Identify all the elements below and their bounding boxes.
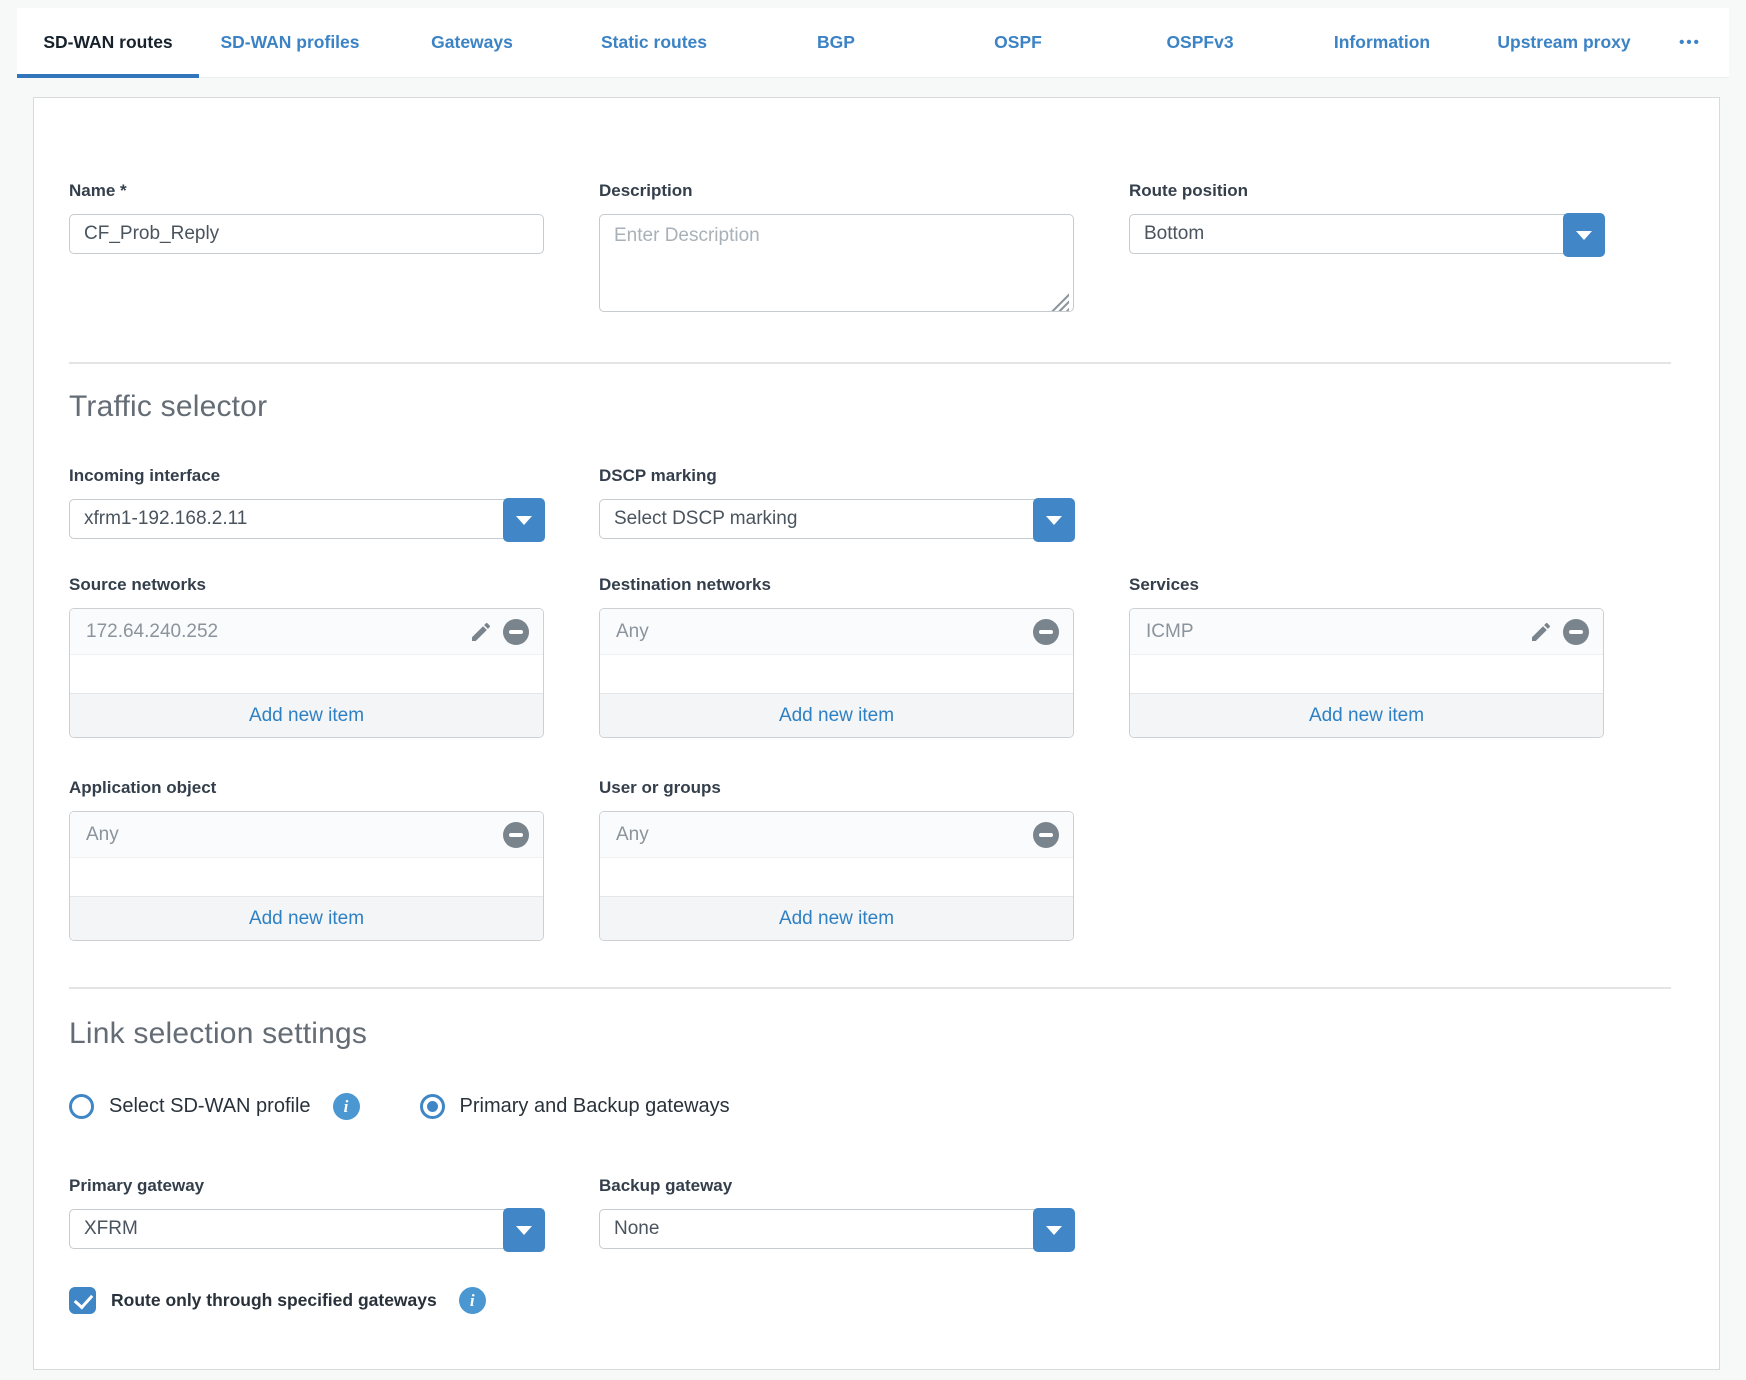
interface-dscp-row: Incoming interface xfrm1-192.168.2.11 DS… xyxy=(69,466,1671,539)
list-item: Any xyxy=(600,812,1073,858)
chevron-down-icon xyxy=(1046,1226,1062,1235)
general-settings-row: Name * Description Route position Bottom xyxy=(69,181,1671,317)
tab-static-routes[interactable]: Static routes xyxy=(563,8,745,77)
incoming-interface-label: Incoming interface xyxy=(69,466,544,486)
gateways-row: Primary gateway XFRM Backup gateway None xyxy=(69,1176,1671,1249)
add-new-item-button[interactable]: Add new item xyxy=(600,693,1073,737)
source-networks-label: Source networks xyxy=(69,575,544,595)
dscp-marking-value: Select DSCP marking xyxy=(600,500,1073,538)
edit-pencil-icon[interactable] xyxy=(469,620,493,644)
route-position-value: Bottom xyxy=(1130,215,1603,253)
source-network-item-text: 172.64.240.252 xyxy=(86,621,469,643)
primary-gateway-value: XFRM xyxy=(70,1210,543,1248)
user-or-groups-listbox: Any Add new item xyxy=(599,811,1074,941)
remove-item-icon[interactable] xyxy=(1033,619,1059,645)
section-divider xyxy=(69,987,1671,989)
description-label: Description xyxy=(599,181,1074,201)
edit-pencil-icon[interactable] xyxy=(1529,620,1553,644)
route-position-select[interactable]: Bottom xyxy=(1129,214,1604,254)
name-label: Name * xyxy=(69,181,544,201)
primary-gateway-select[interactable]: XFRM xyxy=(69,1209,544,1249)
tab-ospf[interactable]: OSPF xyxy=(927,8,1109,77)
radio-primary-backup-gateways[interactable]: Primary and Backup gateways xyxy=(420,1094,730,1119)
service-item-text: ICMP xyxy=(1146,621,1529,643)
radio-select-sdwan-profile[interactable]: Select SD-WAN profile xyxy=(69,1094,311,1119)
description-textarea[interactable] xyxy=(599,214,1074,312)
routing-tab-bar: SD-WAN routes SD-WAN profiles Gateways S… xyxy=(17,8,1729,78)
incoming-interface-value: xfrm1-192.168.2.11 xyxy=(70,500,543,538)
backup-gateway-label: Backup gateway xyxy=(599,1176,1074,1196)
dscp-marking-label: DSCP marking xyxy=(599,466,1074,486)
sdwan-route-form-card: Name * Description Route position Bottom… xyxy=(33,97,1720,1370)
chevron-down-icon xyxy=(1576,231,1592,240)
chevron-down-icon xyxy=(516,1226,532,1235)
source-networks-listbox: 172.64.240.252 Add new item xyxy=(69,608,544,738)
application-object-label: Application object xyxy=(69,778,544,798)
incoming-interface-dropdown-button[interactable] xyxy=(503,498,545,542)
backup-gateway-select[interactable]: None xyxy=(599,1209,1074,1249)
dscp-marking-dropdown-button[interactable] xyxy=(1033,498,1075,542)
tab-information[interactable]: Information xyxy=(1291,8,1473,77)
add-new-item-button[interactable]: Add new item xyxy=(1130,693,1603,737)
tab-gateways[interactable]: Gateways xyxy=(381,8,563,77)
info-icon[interactable]: i xyxy=(333,1093,360,1120)
incoming-interface-select[interactable]: xfrm1-192.168.2.11 xyxy=(69,499,544,539)
list-item: Any xyxy=(600,609,1073,655)
route-position-dropdown-button[interactable] xyxy=(1563,213,1605,257)
traffic-selector-heading: Traffic selector xyxy=(69,390,1671,424)
application-users-row: Application object Any Add new item User… xyxy=(69,778,1671,941)
backup-gateway-dropdown-button[interactable] xyxy=(1033,1208,1075,1252)
services-listbox: ICMP Add new item xyxy=(1129,608,1604,738)
list-item: Any xyxy=(70,812,543,858)
tab-upstream-proxy[interactable]: Upstream proxy xyxy=(1473,8,1655,77)
route-only-checkbox[interactable] xyxy=(69,1287,96,1314)
radio-sdwan-profile-label: Select SD-WAN profile xyxy=(109,1095,311,1118)
route-position-label: Route position xyxy=(1129,181,1604,201)
remove-item-icon[interactable] xyxy=(1563,619,1589,645)
link-selection-heading: Link selection settings xyxy=(69,1017,1671,1051)
route-only-row: Route only through specified gateways i xyxy=(69,1287,1671,1314)
link-selection-radio-row: Select SD-WAN profile i Primary and Back… xyxy=(69,1093,1671,1120)
networks-services-row: Source networks 172.64.240.252 Add new i… xyxy=(69,575,1671,738)
backup-gateway-value: None xyxy=(600,1210,1073,1248)
tab-bgp[interactable]: BGP xyxy=(745,8,927,77)
chevron-down-icon xyxy=(516,516,532,525)
chevron-down-icon xyxy=(1046,516,1062,525)
primary-gateway-label: Primary gateway xyxy=(69,1176,544,1196)
name-input[interactable] xyxy=(69,214,544,254)
list-item: ICMP xyxy=(1130,609,1603,655)
remove-item-icon[interactable] xyxy=(503,822,529,848)
tab-ospfv3[interactable]: OSPFv3 xyxy=(1109,8,1291,77)
user-or-groups-label: User or groups xyxy=(599,778,1074,798)
list-item: 172.64.240.252 xyxy=(70,609,543,655)
user-or-groups-item-text: Any xyxy=(616,824,1033,846)
section-divider xyxy=(69,362,1671,364)
remove-item-icon[interactable] xyxy=(1033,822,1059,848)
primary-gateway-dropdown-button[interactable] xyxy=(503,1208,545,1252)
more-tabs-ellipsis-icon[interactable]: ••• xyxy=(1655,8,1725,77)
application-object-listbox: Any Add new item xyxy=(69,811,544,941)
destination-networks-listbox: Any Add new item xyxy=(599,608,1074,738)
radio-primary-backup-label: Primary and Backup gateways xyxy=(460,1095,730,1118)
tab-sdwan-profiles[interactable]: SD-WAN profiles xyxy=(199,8,381,77)
info-icon[interactable]: i xyxy=(459,1287,486,1314)
destination-networks-label: Destination networks xyxy=(599,575,1074,595)
radio-button-selected-icon[interactable] xyxy=(420,1094,445,1119)
add-new-item-button[interactable]: Add new item xyxy=(70,693,543,737)
application-object-item-text: Any xyxy=(86,824,503,846)
dscp-marking-select[interactable]: Select DSCP marking xyxy=(599,499,1074,539)
services-label: Services xyxy=(1129,575,1604,595)
destination-network-item-text: Any xyxy=(616,621,1033,643)
add-new-item-button[interactable]: Add new item xyxy=(600,896,1073,940)
remove-item-icon[interactable] xyxy=(503,619,529,645)
radio-button-icon[interactable] xyxy=(69,1094,94,1119)
add-new-item-button[interactable]: Add new item xyxy=(70,896,543,940)
tab-sdwan-routes[interactable]: SD-WAN routes xyxy=(17,8,199,77)
route-only-label: Route only through specified gateways xyxy=(111,1290,437,1311)
